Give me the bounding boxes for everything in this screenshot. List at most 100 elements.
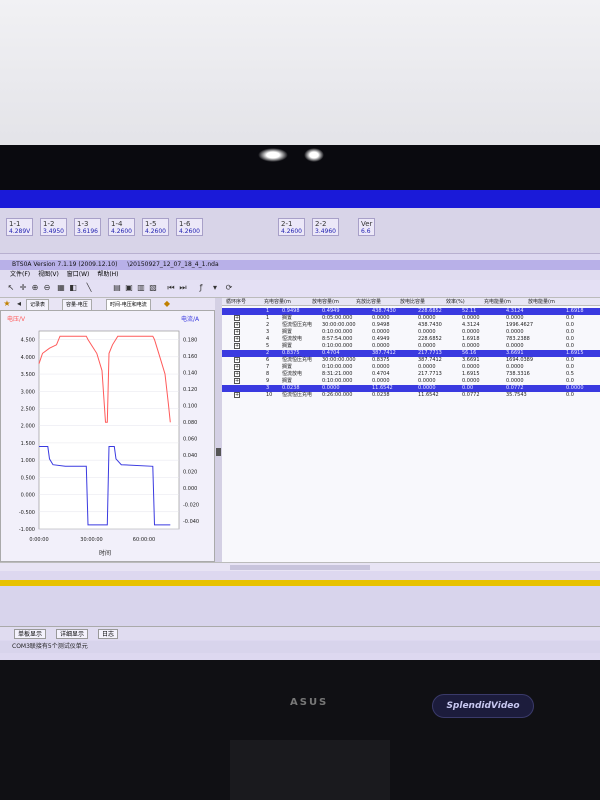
splitter-handle[interactable] — [215, 298, 222, 562]
grid-cell: 35.7543 — [506, 392, 527, 398]
cross-icon[interactable]: ✛ — [18, 283, 28, 293]
tab-detail-display[interactable]: 详细显示 — [56, 629, 89, 639]
grid-header-cell[interactable]: 充电能量(m — [484, 298, 511, 306]
step-row[interactable]: +10 恒流恒压充电 0:26:00.000 0.0238 11.6542 0.0772 3… — [222, 392, 600, 399]
y-right-tick-label: 0.140 — [183, 370, 197, 376]
expand-icon[interactable]: + — [234, 371, 240, 377]
save-icon[interactable]: ▣ — [124, 283, 134, 293]
grid-cell: 0.0238 — [372, 392, 390, 398]
tab-capacity-voltage[interactable]: 容量-电压 — [62, 299, 92, 310]
expand-icon[interactable]: + — [234, 364, 240, 370]
refresh-icon[interactable]: ⟳ — [224, 283, 234, 293]
open-folder-icon[interactable]: ▤ — [112, 283, 122, 293]
channel-cell[interactable]: 2-2 3.4960 — [312, 218, 339, 236]
y-right-title: 电流/A — [181, 315, 200, 323]
expand-icon[interactable]: + — [234, 329, 240, 335]
horizontal-scrollbar[interactable] — [0, 562, 600, 571]
chart-icon[interactable]: ◧ — [68, 283, 78, 293]
pointer-icon[interactable]: ↖ — [6, 283, 16, 293]
channel-label: 1-4 — [111, 220, 123, 228]
expand-icon[interactable]: + — [234, 392, 240, 398]
expand-icon[interactable]: + — [234, 378, 240, 384]
filter-icon[interactable]: ▾ — [210, 283, 220, 293]
step-row[interactable]: +3 搁置 0:10:00.000 0.0000 0.0000 0.0000 0.0000 0… — [222, 329, 600, 336]
y-right-tick-label: -0.020 — [183, 502, 199, 508]
grid-header-cell[interactable]: 放电比容量 — [400, 298, 425, 306]
step-row[interactable]: +5 搁置 0:10:00.000 0.0000 0.0000 0.0000 0.0000 0… — [222, 343, 600, 350]
step-row[interactable]: +4 恒流放电 8:57:54.000 0.4949 228.6852 1.6918 783… — [222, 336, 600, 343]
zoom-in-icon[interactable]: ⊕ — [30, 283, 40, 293]
menu-window[interactable]: 窗口(W) — [67, 271, 90, 278]
bottom-tabs: 单板显示 详细显示 日志 — [0, 626, 600, 640]
channel-value: 4.2600 — [179, 228, 200, 235]
tab-single-display[interactable]: 单板显示 — [14, 629, 47, 639]
grid-icon[interactable]: ▦ — [56, 283, 66, 293]
x-tick-label: 0:00:00 — [29, 537, 48, 543]
background-wall — [0, 0, 600, 150]
expand-icon[interactable]: + — [234, 343, 240, 349]
grid-header-cell[interactable]: 循环序号 — [226, 298, 246, 306]
grid-header-cell[interactable]: 放电能量(m — [528, 298, 555, 306]
scroll-left-icon[interactable]: ◂ — [14, 299, 24, 309]
expand-icon[interactable]: + — [234, 336, 240, 342]
line-icon[interactable]: ╲ — [84, 283, 94, 293]
y-left-tick-label: 1.500 — [21, 441, 35, 447]
function-icon[interactable]: ƒ — [196, 283, 206, 293]
step-row[interactable]: +8 恒流放电 8:31:21.000 0.4704 217.7713 1.6915 738… — [222, 371, 600, 378]
monitor-brand: ASUS — [290, 697, 329, 708]
grid-cell: 0.0 — [566, 392, 574, 398]
print-icon[interactable]: ▥ — [136, 283, 146, 293]
channel-cell[interactable]: 1-4 4.2600 — [108, 218, 135, 236]
cycle-summary-row[interactable]: 1 0.9498 0.4949 438.7430 228.6852 52.11 4.3124… — [222, 308, 600, 315]
step-row[interactable]: +6 恒流恒压充电 30:00:00.000 0.8375 387.7412 3.6691… — [222, 357, 600, 364]
tab-extra-icon[interactable]: ◆ — [162, 299, 172, 309]
toolbar: ↖ ✛ ⊕ ⊖ ▦ ◧ ╲ ▤ ▣ ▥ ▧ ⏮ ⏭ ƒ ▾ ⟳ — [0, 280, 600, 298]
channel-cell[interactable]: 1-3 3.6196 — [74, 218, 101, 236]
step-row[interactable]: +2 恒流恒压充电 30:00:00.000 0.9498 438.7430 4.3124… — [222, 322, 600, 329]
step-row[interactable]: +9 搁置 0:10:00.000 0.0000 0.0000 0.0000 0.0000 0… — [222, 378, 600, 385]
step-row[interactable]: +7 搁置 0:10:00.000 0.0000 0.0000 0.0000 0.0000 0… — [222, 364, 600, 371]
expand-icon[interactable]: + — [234, 322, 240, 328]
zoom-out-icon[interactable]: ⊖ — [42, 283, 52, 293]
menu-file[interactable]: 文件(F) — [10, 271, 30, 278]
channel-cell[interactable]: Ver 6.6 — [358, 218, 376, 236]
grid-header: 循环序号 充电容量(m 放电容量(m 充放比容量 放电比容量 效率(%) 充电能量(m 放电能… — [222, 298, 600, 306]
grid-header-cell[interactable]: 充放比容量 — [356, 298, 381, 306]
expand-icon[interactable]: + — [234, 357, 240, 363]
time-voltage-current-chart: 电压/V 电流/A 时间 4.500 4.000 3.500 3.000 2.500 2.… — [7, 315, 200, 557]
channel-cell[interactable]: 1-6 4.2600 — [176, 218, 203, 236]
channel-value: 6.6 — [361, 228, 371, 235]
y-right-tick-label: 0.060 — [183, 436, 197, 442]
tab-time-voltage-current[interactable]: 时间-电压和电流 — [106, 299, 151, 310]
step-row[interactable]: +1 搁置 0:05:00.000 0.0000 0.0000 0.0000 0.0000 0… — [222, 315, 600, 322]
export-icon[interactable]: ▧ — [148, 283, 158, 293]
y-left-tick-label: 3.500 — [21, 372, 35, 378]
star-icon[interactable]: ★ — [2, 299, 12, 309]
y-left-tick-label: 1.000 — [21, 458, 35, 464]
grid-header-cell[interactable]: 效率(%) — [446, 298, 465, 306]
y-right-tick-label: 0.100 — [183, 403, 197, 409]
tab-log[interactable]: 日志 — [98, 629, 119, 639]
cycle-summary-row[interactable]: 3 0.0238 0.0000 11.6542 0.0000 0.00 0.0772 0.00… — [222, 385, 600, 392]
grid-header-cell[interactable]: 放电容量(m — [312, 298, 339, 306]
last-icon[interactable]: ⏭ — [178, 283, 188, 293]
scrollbar-thumb[interactable] — [230, 565, 370, 570]
monitor-stand — [230, 740, 390, 800]
grid-header-cell[interactable]: 充电容量(m — [264, 298, 291, 306]
channel-cell[interactable]: 1-1 4.289V — [6, 218, 34, 236]
first-icon[interactable]: ⏮ — [166, 283, 176, 293]
y-right-tick-label: 0.080 — [183, 420, 197, 426]
grid-cell: 10 — [266, 392, 273, 398]
grid-cell: 0:26:00.000 — [322, 392, 353, 398]
expand-icon[interactable]: + — [234, 315, 240, 321]
menu-view[interactable]: 视图(V) — [38, 271, 59, 278]
tab-record-table[interactable]: 记录表 — [26, 299, 50, 310]
channel-cell[interactable]: 1-5 4.2600 — [142, 218, 169, 236]
channel-cell[interactable]: 1-2 3.4950 — [40, 218, 67, 236]
menu-help[interactable]: 帮助(H) — [97, 271, 118, 278]
window-title-bar: BTS0A Version 7.1.19 (2009.12.10) \20150… — [0, 260, 600, 270]
x-axis-title: 时间 — [99, 549, 111, 557]
cycle-summary-row[interactable]: 2 0.8375 0.4704 387.7412 217.7713 56.16 3.6691… — [222, 350, 600, 357]
x-tick-label: 30:00:00 — [80, 537, 102, 543]
channel-cell[interactable]: 2-1 4.2600 — [278, 218, 305, 236]
